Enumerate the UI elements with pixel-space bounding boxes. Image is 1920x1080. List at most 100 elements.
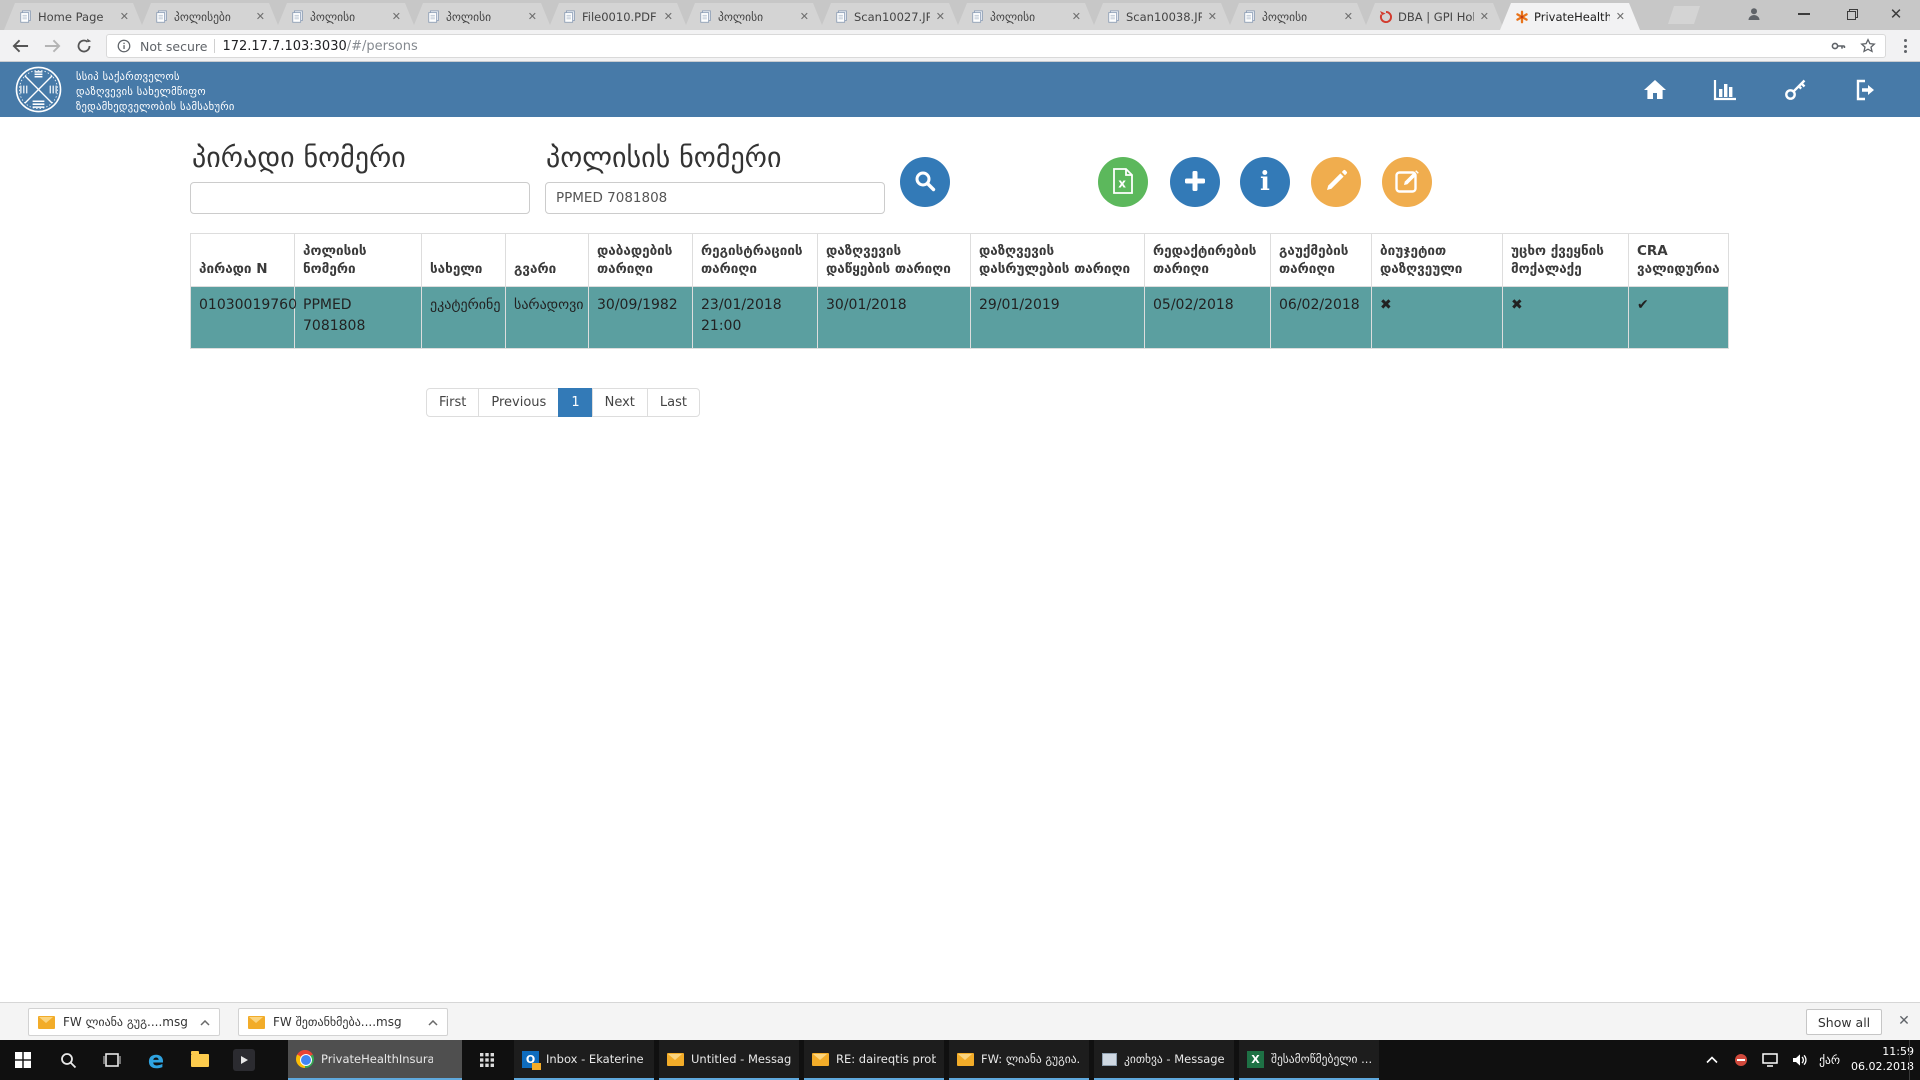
pagination-next[interactable]: Next: [592, 388, 648, 417]
tab-close-icon[interactable]: ✕: [391, 10, 402, 23]
bar-chart-icon[interactable]: [1710, 77, 1740, 103]
cell-birth-date: 30/09/1982: [589, 287, 693, 349]
col-edit-date: რედაქტირების თარიღი: [1145, 234, 1271, 287]
profile-icon[interactable]: [1734, 0, 1774, 28]
tab-close-icon[interactable]: ✕: [1343, 10, 1354, 23]
info-button[interactable]: i: [1240, 157, 1290, 207]
url-path: /#/persons: [347, 39, 418, 54]
chevron-up-icon[interactable]: [200, 1015, 210, 1029]
tab-scan10027-jpg[interactable]: Scan10027.JPG ✕: [820, 3, 960, 30]
media-app-icon[interactable]: [222, 1040, 266, 1080]
tray-expand-chevron-icon[interactable]: [1703, 1051, 1721, 1069]
download-file-name: FW შეთანხმება....msg: [273, 1015, 420, 1029]
taskbar-search-icon[interactable]: [46, 1040, 90, 1080]
tab-polisebi[interactable]: პოლისები ✕: [140, 3, 280, 30]
password-key-icon[interactable]: [1829, 37, 1847, 55]
export-excel-button[interactable]: x: [1098, 157, 1148, 207]
document-icon: [971, 10, 985, 24]
logout-icon[interactable]: [1852, 77, 1882, 103]
taskbar-excel-document[interactable]: X შესამოწმებელი ...: [1239, 1040, 1379, 1080]
tab-close-icon[interactable]: ✕: [799, 10, 810, 23]
personal-number-input[interactable]: [190, 182, 530, 214]
home-icon[interactable]: [1640, 77, 1670, 103]
tab-close-icon[interactable]: ✕: [527, 10, 538, 23]
outlook-icon: O: [522, 1051, 539, 1068]
tab-polisi-2[interactable]: პოლისი ✕: [412, 3, 552, 30]
browser-menu-icon[interactable]: [1896, 36, 1914, 56]
new-tab-button[interactable]: [1668, 6, 1700, 24]
keyboard-language-indicator[interactable]: ქარ: [1819, 1053, 1840, 1067]
edit-record-button[interactable]: [1382, 157, 1432, 207]
tab-dba-gpi[interactable]: DBA | GPI Hold ✕: [1364, 3, 1504, 30]
document-icon: [1107, 10, 1121, 24]
clock-time: 11:59: [1851, 1045, 1914, 1060]
network-icon[interactable]: [1761, 1051, 1779, 1069]
tab-home-page[interactable]: Home Page ✕: [4, 3, 144, 30]
close-window-button[interactable]: ✕: [1876, 0, 1916, 28]
tab-file0010-pdf[interactable]: File0010.PDF ✕: [548, 3, 688, 30]
taskbar-clock[interactable]: 11:59 06.02.2018: [1851, 1045, 1914, 1075]
download-item-1[interactable]: FW ლიანა გუგ....msg: [28, 1008, 220, 1036]
tab-title: Scan10027.JPG: [854, 10, 930, 24]
taskbar-message-re[interactable]: RE: daireqtis proble...: [804, 1040, 944, 1080]
tab-close-icon[interactable]: ✕: [935, 10, 946, 23]
tray-program-icon[interactable]: [1732, 1051, 1750, 1069]
show-desktop-button[interactable]: [1909, 1040, 1914, 1080]
taskbar-message-fw[interactable]: FW: ლიანა გუგია...: [949, 1040, 1089, 1080]
chevron-up-icon[interactable]: [428, 1015, 438, 1029]
minimize-button[interactable]: [1784, 0, 1824, 28]
file-explorer-icon[interactable]: [178, 1040, 222, 1080]
search-button[interactable]: [900, 157, 950, 207]
tab-close-icon[interactable]: ✕: [119, 10, 130, 23]
system-tray: ქარ 11:59 06.02.2018: [1703, 1040, 1914, 1080]
taskbar-message-untitled[interactable]: Untitled - Message ...: [659, 1040, 799, 1080]
back-icon[interactable]: [6, 33, 34, 59]
tab-close-icon[interactable]: ✕: [255, 10, 266, 23]
task-view-icon[interactable]: [90, 1040, 134, 1080]
tab-polisi-4[interactable]: პოლისი ✕: [956, 3, 1096, 30]
tab-scan10038-jpg[interactable]: Scan10038.JPG ✕: [1092, 3, 1232, 30]
forward-icon[interactable]: [38, 33, 66, 59]
key-icon[interactable]: [1781, 77, 1811, 103]
tab-polisi-5[interactable]: პოლისი ✕: [1228, 3, 1368, 30]
tab-close-icon[interactable]: ✕: [1071, 10, 1082, 23]
info-icon[interactable]: [115, 37, 133, 55]
edge-icon[interactable]: e: [134, 1040, 178, 1080]
edit-pencil-button[interactable]: [1311, 157, 1361, 207]
add-button[interactable]: [1170, 157, 1220, 207]
tab-close-icon[interactable]: ✕: [1207, 10, 1218, 23]
tab-title: პოლისი: [718, 10, 794, 24]
url-text[interactable]: 172.17.7.103:3030/#/persons: [222, 39, 1822, 54]
show-all-downloads-button[interactable]: Show all: [1806, 1009, 1882, 1035]
excel-icon: X: [1247, 1051, 1264, 1068]
edit-square-icon: [1394, 168, 1420, 197]
refresh-icon[interactable]: [70, 33, 98, 59]
pagination-page-1[interactable]: 1: [558, 388, 592, 417]
close-downloads-bar-icon[interactable]: ✕: [1894, 1011, 1914, 1031]
tab-close-icon[interactable]: ✕: [663, 10, 674, 23]
pagination-previous[interactable]: Previous: [478, 388, 559, 417]
policy-number-input[interactable]: [545, 182, 885, 214]
bookmark-star-icon[interactable]: [1859, 37, 1877, 55]
taskbar-chrome-active[interactable]: PrivateHealthInsura...: [288, 1040, 462, 1080]
start-button[interactable]: [0, 1040, 46, 1080]
url-host: 172.17.7.103:3030: [222, 39, 346, 54]
taskbar-outlook-inbox[interactable]: O Inbox - Ekaterine O...: [514, 1040, 654, 1080]
document-icon: [155, 10, 169, 24]
tab-close-icon[interactable]: ✕: [1615, 10, 1626, 23]
grid-app-icon[interactable]: [466, 1040, 508, 1080]
tab-private-health-active[interactable]: PrivateHealthIn ✕: [1500, 3, 1640, 30]
tab-close-icon[interactable]: ✕: [1479, 10, 1490, 23]
pagination-last[interactable]: Last: [647, 388, 700, 417]
table-row-selected[interactable]: 01030019760 PPMED 7081808 ეკატერინე სარა…: [191, 287, 1729, 349]
taskbar-message-kitkhva[interactable]: კითხვა - Message ...: [1094, 1040, 1234, 1080]
restore-button[interactable]: [1832, 0, 1872, 28]
tab-title: პოლისები: [174, 10, 250, 24]
url-bar[interactable]: Not secure 172.17.7.103:3030/#/persons: [106, 34, 1886, 58]
tab-title: Home Page: [38, 10, 114, 24]
tab-polisi-3[interactable]: პოლისი ✕: [684, 3, 824, 30]
pagination-first[interactable]: First: [426, 388, 479, 417]
download-item-2[interactable]: FW შეთანხმება....msg: [238, 1008, 448, 1036]
tab-polisi-1[interactable]: პოლისი ✕: [276, 3, 416, 30]
volume-icon[interactable]: [1790, 1051, 1808, 1069]
